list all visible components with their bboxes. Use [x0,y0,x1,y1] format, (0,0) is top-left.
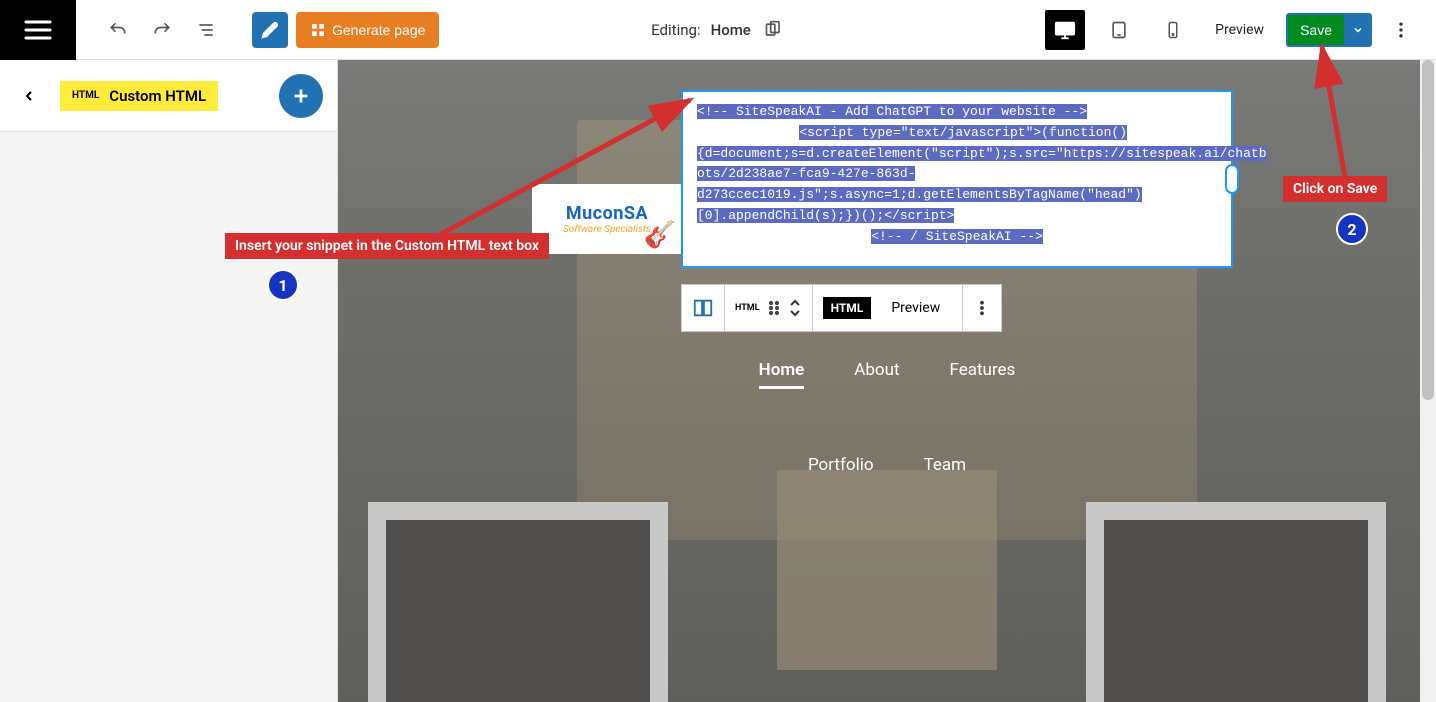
html-preview-toggle[interactable]: HTML Preview [813,285,964,331]
block-type-label: Custom HTML [109,87,206,105]
topbar-right-group: Preview Save [1045,10,1436,50]
editor-canvas: MuconSA Software Specialists 🎸 <!-- Site… [338,60,1436,702]
site-primary-nav: Home About Features [338,360,1436,389]
block-type-badge: HTML Custom HTML [60,81,218,111]
drag-handle-icon[interactable] [768,301,780,315]
site-secondary-nav: Portfolio Team [338,455,1436,475]
html-tag-label: HTML [72,90,99,101]
columns-button[interactable] [682,285,725,331]
topbar-left-group: Generate page [76,12,439,48]
nav-home[interactable]: Home [759,360,805,389]
generate-page-button[interactable]: Generate page [296,12,439,48]
html-mini-label: HTML [735,303,760,313]
save-dropdown-button[interactable] [1344,15,1372,45]
more-options-button[interactable] [1386,20,1416,40]
back-button[interactable] [14,81,44,111]
top-toolbar: Generate page Editing: Home Preview Save [0,0,1436,60]
logo-text-secondary: Software Specialists [563,224,651,235]
editing-indicator: Editing: Home [651,18,785,42]
preview-button[interactable]: Preview [1207,22,1272,38]
annotation-step2-text: Click on Save [1283,176,1387,202]
generate-page-label: Generate page [332,22,425,38]
move-arrows [788,298,802,318]
undo-button[interactable] [100,12,136,48]
main-menu-button[interactable] [0,0,76,60]
redo-button[interactable] [144,12,180,48]
edit-mode-button[interactable] [252,12,288,48]
guitar-icon: 🎸 [644,220,676,250]
nav-about[interactable]: About [854,360,899,389]
save-button[interactable]: Save [1288,15,1344,45]
sidebar-header: HTML Custom HTML [0,60,337,132]
editing-page-name: Home [711,21,751,39]
preview-mode-label[interactable]: Preview [879,300,952,316]
outline-button[interactable] [188,12,224,48]
site-logo[interactable]: MuconSA Software Specialists 🎸 [532,184,682,254]
tablet-view-button[interactable] [1099,10,1139,50]
block-toolbar: HTML HTML Preview [681,284,1002,332]
save-button-group: Save [1286,13,1372,47]
desktop-view-button[interactable] [1045,10,1085,50]
main-area: HTML Custom HTML MuconSA Software Specia… [0,60,1436,702]
block-more-button[interactable] [963,285,1001,331]
page-switch-button[interactable] [761,18,785,42]
nav-portfolio[interactable]: Portfolio [808,455,874,475]
annotation-step1-text: Insert your snippet in the Custom HTML t… [225,233,549,259]
html-mode-label: HTML [823,297,872,319]
sidebar-panel: HTML Custom HTML [0,60,338,702]
move-down-icon[interactable] [788,308,802,318]
editing-label: Editing: [651,21,700,39]
nav-team[interactable]: Team [924,455,967,475]
nav-features[interactable]: Features [950,360,1016,389]
custom-html-block[interactable]: <!-- SiteSpeakAI - Add ChatGPT to your w… [681,90,1233,268]
resize-handle-icon[interactable] [1225,164,1239,194]
mobile-view-button[interactable] [1153,10,1193,50]
custom-html-textarea[interactable]: <!-- SiteSpeakAI - Add ChatGPT to your w… [683,92,1231,266]
logo-text-primary: MuconSA [566,203,648,224]
move-up-icon[interactable] [788,298,802,308]
annotation-step2-number: 2 [1336,213,1368,245]
annotation-step1-number: 1 [267,269,299,301]
add-block-button[interactable] [279,74,323,118]
block-type-html-cell[interactable]: HTML [725,285,813,331]
